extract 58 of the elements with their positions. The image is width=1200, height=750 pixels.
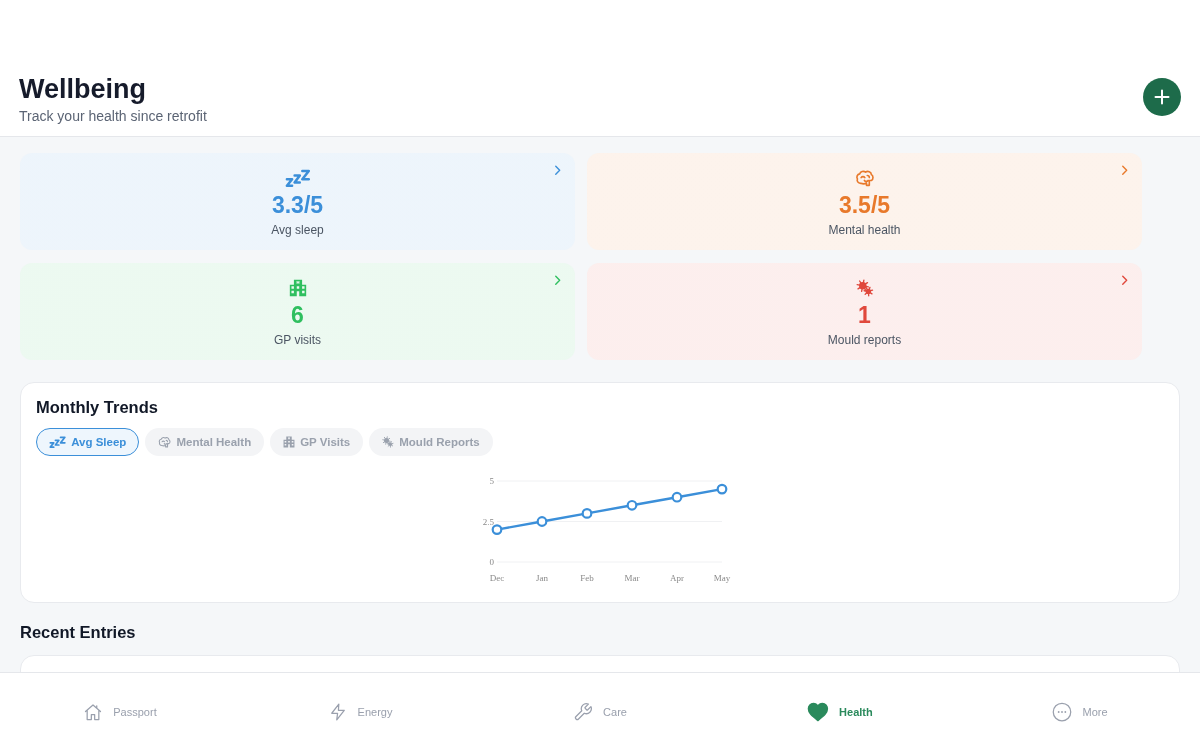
chevron-right-icon (554, 275, 561, 286)
nav-item[interactable]: Health (807, 701, 873, 722)
chart-point (491, 524, 503, 535)
brain-icon (158, 436, 172, 448)
chart-point (536, 516, 548, 527)
y-axis-label: 5 (489, 476, 494, 486)
x-axis-label: Dec (489, 573, 505, 583)
chart-point (716, 483, 728, 495)
hospital-icon (283, 436, 296, 448)
zzz-icon (284, 169, 311, 187)
chart-point (671, 491, 683, 503)
stat-value: 1 (858, 302, 871, 328)
nav-item[interactable]: More (1052, 701, 1108, 722)
x-axis-label: May (713, 573, 731, 583)
y-axis-label: 2.5 (482, 516, 494, 527)
x-axis-label: Mar (624, 573, 640, 583)
x-axis-label: Feb (580, 573, 594, 583)
y-axis-label: 0 (489, 557, 494, 567)
section-title: Recent Entries (20, 622, 136, 642)
stat-value: 3.3/5 (271, 192, 324, 218)
metric-tab[interactable]: GP Visits (270, 428, 364, 456)
more-icon (1052, 701, 1073, 722)
brain-icon (854, 169, 875, 187)
hospital-icon (288, 279, 307, 297)
stat-card[interactable]: 3.5/5 Mental health (587, 153, 1142, 250)
stat-card[interactable]: 3.3/5 Avg sleep (20, 153, 575, 250)
house-icon (83, 701, 104, 722)
chevron-right-icon (554, 165, 561, 176)
stat-card[interactable]: 6 GP visits (20, 263, 575, 360)
bacteria-icon (382, 436, 395, 448)
zzz-icon (49, 436, 67, 448)
stat-label: GP visits (273, 332, 322, 348)
page-subtitle: Track your health since retrofit (19, 108, 207, 125)
chart-point (581, 508, 593, 519)
nav-item[interactable]: Passport (83, 701, 157, 722)
chevron-right-icon (1121, 275, 1128, 286)
chevron-right-icon (1121, 165, 1128, 176)
chart-point (626, 499, 638, 511)
metric-tab[interactable]: Avg Sleep (36, 428, 140, 456)
metric-tab[interactable]: Mental Health (145, 428, 265, 456)
nav-item[interactable]: Care (573, 701, 627, 722)
add-button[interactable] (1143, 78, 1181, 116)
stat-value: 6 (291, 302, 304, 328)
stat-card[interactable]: 1 Mould reports (587, 263, 1142, 360)
metric-tab[interactable]: Mould Reports (369, 428, 493, 456)
stat-label: Mental health (828, 222, 901, 238)
nav-item[interactable]: Energy (327, 701, 393, 722)
stat-value: 3.5/5 (838, 192, 891, 218)
bacteria-icon (855, 279, 874, 297)
x-axis-label: Apr (670, 573, 684, 583)
stat-label: Mould reports (827, 332, 902, 348)
card-title: Monthly Trends (36, 397, 158, 417)
plus-icon (1154, 89, 1170, 105)
stat-label: Avg sleep (271, 222, 324, 238)
page-title: Wellbeing (19, 73, 146, 105)
wrench-icon (573, 701, 594, 722)
x-axis-label: Jan (536, 573, 548, 583)
heart-icon (807, 701, 830, 722)
